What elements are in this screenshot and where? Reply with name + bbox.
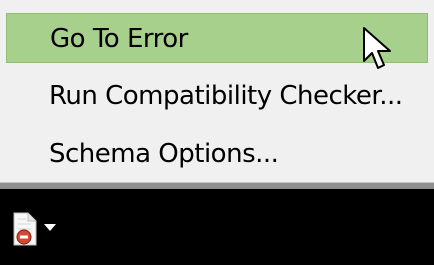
menu-item-run-compatibility-checker[interactable]: Run Compatibility Checker...: [6, 71, 428, 121]
menu-bottom-border: [0, 182, 434, 189]
context-menu: Go To Error Run Compatibility Checker...…: [0, 0, 434, 182]
toolbar: [0, 189, 434, 265]
chevron-down-icon[interactable]: [43, 223, 57, 233]
menu-item-go-to-error[interactable]: Go To Error: [6, 13, 428, 63]
document-error-icon[interactable]: [11, 212, 39, 246]
menu-item-schema-options[interactable]: Schema Options...: [6, 129, 428, 179]
screen: Go To Error Run Compatibility Checker...…: [0, 0, 434, 265]
